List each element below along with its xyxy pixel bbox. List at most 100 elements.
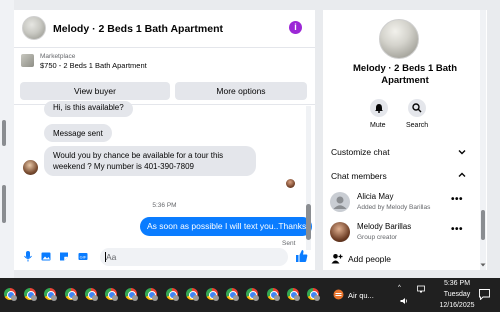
panel-scroll-thumb[interactable] <box>481 210 485 240</box>
incoming-message: Hi, is this available? <box>44 101 133 117</box>
profile-badge-icon <box>132 295 139 301</box>
taskbar-chrome-window[interactable] <box>84 288 99 302</box>
air-quality-icon[interactable] <box>333 289 344 300</box>
profile-badge-icon <box>273 295 280 301</box>
incoming-message: Message sent <box>44 124 112 142</box>
photo-icon[interactable] <box>41 251 51 262</box>
search-button[interactable] <box>408 99 426 117</box>
chat-avatar[interactable] <box>22 16 46 40</box>
sticker-icon[interactable] <box>59 251 69 262</box>
group-avatar[interactable] <box>379 19 419 59</box>
profile-badge-icon <box>71 295 78 301</box>
taskbar-chrome-window[interactable] <box>266 288 281 302</box>
message-line: weekend ? My number is 401-390-7809 <box>53 162 194 171</box>
message-composer: GIF Aa <box>14 244 371 270</box>
seen-indicator-avatar <box>286 179 295 188</box>
left-scrollbar-strip[interactable] <box>0 0 14 278</box>
taskbar-chrome-window[interactable] <box>125 288 139 302</box>
search-icon <box>412 103 422 113</box>
taskbar-chrome-window[interactable] <box>44 288 58 302</box>
message-line: Would you by chance be available for a t… <box>53 151 224 160</box>
chevron-up-icon[interactable] <box>458 171 466 179</box>
listing-thumbnail[interactable] <box>21 54 34 67</box>
bell-icon <box>375 104 383 113</box>
gif-icon[interactable]: GIF <box>78 251 88 262</box>
taskbar-chrome-window[interactable] <box>105 288 119 302</box>
chat-scrollbar[interactable] <box>306 106 311 250</box>
marketplace-listing-card: Marketplace $750 - 2 Beds 1 Bath Apartme… <box>14 49 315 105</box>
search-label: Search <box>406 122 429 129</box>
chat-pane: Melody · 2 Beds 1 Bath Apartment i Marke… <box>14 10 371 270</box>
profile-badge-icon <box>293 295 300 301</box>
more-options-button[interactable]: More options <box>175 82 307 100</box>
profile-badge-icon <box>112 295 118 301</box>
message-list: Hi, is this available? Message sent Woul… <box>14 101 315 247</box>
taskbar-chrome-window[interactable] <box>145 288 159 302</box>
taskbar-chrome-window[interactable] <box>4 288 18 302</box>
add-person-icon[interactable] <box>331 253 343 264</box>
taskbar-chrome-window[interactable] <box>165 288 180 302</box>
message-input-placeholder: Aa <box>106 252 117 262</box>
panel-scrollbar[interactable] <box>480 10 486 270</box>
mute-label: Mute <box>370 122 386 129</box>
profile-badge-icon <box>314 295 320 301</box>
member-name[interactable]: Alicia May <box>357 192 393 201</box>
chat-scroll-thumb[interactable] <box>306 204 311 240</box>
svg-text:GIF: GIF <box>80 254 87 259</box>
default-user-icon <box>333 196 347 209</box>
outgoing-message: As soon as possible I will text you..Tha… <box>140 217 313 236</box>
member-avatar[interactable] <box>330 222 350 242</box>
taskbar-chrome-window[interactable] <box>286 288 301 302</box>
member-more-options-button[interactable]: ••• <box>451 224 463 235</box>
view-buyer-button[interactable]: View buyer <box>20 82 170 100</box>
member-name[interactable]: Melody Barillas <box>357 222 411 231</box>
windows-taskbar: Air qu... ^ 5:36 PM Tuesday 12/16/2025 <box>0 278 500 312</box>
clock-date[interactable]: 12/16/2025 <box>437 302 477 309</box>
chat-title[interactable]: Melody · 2 Beds 1 Bath Apartment <box>53 23 223 35</box>
panel-title-line: Melody · 2 Beds 1 Bath <box>353 63 457 74</box>
customize-chat-section[interactable]: Customize chat <box>331 147 390 157</box>
profile-badge-icon <box>172 295 179 301</box>
chat-header: Melody · 2 Beds 1 Bath Apartment i <box>14 10 315 48</box>
scroll-down-arrow-icon[interactable] <box>480 262 486 268</box>
chevron-down-icon[interactable] <box>458 148 466 156</box>
taskbar-chrome-window[interactable] <box>246 288 260 302</box>
listing-source: Marketplace <box>40 53 76 60</box>
left-scroll-thumb-lower[interactable] <box>2 185 6 223</box>
profile-badge-icon <box>152 295 159 301</box>
profile-badge-icon <box>11 295 17 301</box>
sender-avatar[interactable] <box>23 160 38 175</box>
weather-widget-label[interactable]: Air qu... <box>348 291 374 300</box>
speaker-icon[interactable] <box>400 297 408 305</box>
network-icon[interactable] <box>417 285 425 293</box>
chat-members-section[interactable]: Chat members <box>331 171 387 181</box>
add-people-button[interactable]: Add people <box>348 254 391 264</box>
profile-badge-icon <box>233 295 240 301</box>
taskbar-chrome-window[interactable] <box>226 288 240 302</box>
clock-time[interactable]: 5:36 PM <box>437 280 477 287</box>
member-more-options-button[interactable]: ••• <box>451 194 463 205</box>
taskbar-chrome-window[interactable] <box>64 288 79 302</box>
panel-title-line: Apartment <box>381 75 429 86</box>
taskbar-chrome-window[interactable] <box>185 288 200 302</box>
taskbar-chrome-window[interactable] <box>206 288 220 302</box>
chevron-up-icon[interactable]: ^ <box>398 285 406 293</box>
profile-badge-icon <box>253 295 260 301</box>
member-subtitle: Added by Melody Barillas <box>357 204 431 211</box>
mute-button[interactable] <box>370 99 388 117</box>
taskbar-chrome-window[interactable] <box>24 288 38 302</box>
taskbar-chrome-window[interactable] <box>307 288 321 302</box>
clock-day[interactable]: Tuesday <box>437 291 477 298</box>
thumbs-up-icon[interactable] <box>295 249 308 263</box>
message-input[interactable]: Aa <box>100 248 371 266</box>
microphone-icon[interactable] <box>23 251 33 262</box>
profile-badge-icon <box>31 295 38 301</box>
listing-price-title[interactable]: $750 - 2 Beds 1 Bath Apartment <box>40 61 147 70</box>
member-avatar[interactable] <box>330 192 350 212</box>
chat-info-panel: Melody · 2 Beds 1 Bath Apartment Mute Se… <box>323 10 487 270</box>
notification-icon[interactable] <box>479 289 490 300</box>
info-icon[interactable]: i <box>289 21 302 34</box>
member-subtitle: Group creator <box>357 234 398 241</box>
profile-badge-icon <box>91 295 98 301</box>
left-scroll-thumb[interactable] <box>2 120 6 146</box>
